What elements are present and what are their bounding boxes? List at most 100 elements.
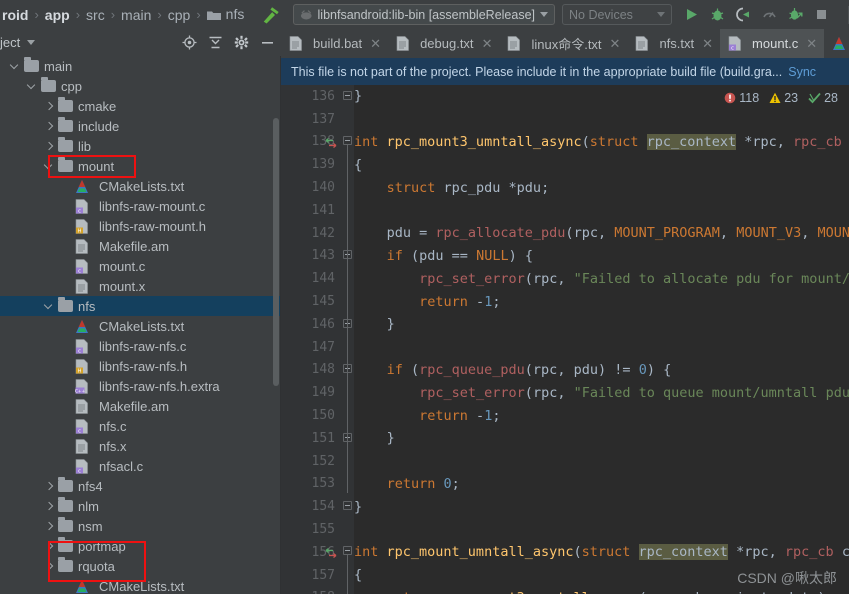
code-editor[interactable]: 136} 137 138 int rpc_mount3_umntall_async(s… bbox=[281, 85, 849, 594]
chevron-down-icon[interactable] bbox=[10, 61, 21, 72]
vcs-change-marker-icon[interactable] bbox=[325, 137, 337, 149]
code-line[interactable]: 143 if (pdu == NULL) { bbox=[312, 245, 849, 268]
profiler-icon[interactable] bbox=[762, 7, 777, 22]
project-tree-scrollbar[interactable] bbox=[272, 56, 280, 594]
tree-file-CMakeLists.txt[interactable]: CMakeLists.txt bbox=[0, 576, 281, 594]
chevron-down-icon[interactable] bbox=[44, 301, 55, 312]
breadcrumb-item-roid[interactable]: roid bbox=[0, 7, 30, 23]
locate-icon[interactable] bbox=[182, 35, 197, 50]
editor-tab-build-bat[interactable]: build.bat ✕ bbox=[281, 29, 388, 58]
chevron-right-icon[interactable] bbox=[44, 121, 55, 132]
breadcrumb-item-main[interactable]: main bbox=[119, 7, 153, 23]
tree-file-mount.x[interactable]: mount.x bbox=[0, 276, 281, 296]
code-line[interactable]: 154} bbox=[312, 495, 849, 518]
breadcrumb-item-src[interactable]: src bbox=[84, 7, 107, 23]
chevron-right-icon[interactable] bbox=[44, 101, 55, 112]
chevron-right-icon[interactable] bbox=[44, 521, 55, 532]
close-icon[interactable]: ✕ bbox=[370, 36, 381, 52]
code-line[interactable]: 150 return -1; bbox=[312, 404, 849, 427]
chevron-right-icon[interactable] bbox=[44, 541, 55, 552]
tree-folder-rquota[interactable]: rquota bbox=[0, 556, 281, 576]
tree-folder-nsm[interactable]: nsm bbox=[0, 516, 281, 536]
code-line[interactable]: 144 rpc_set_error(rpc, "Failed to alloca… bbox=[312, 267, 849, 290]
code-line[interactable]: 146 } bbox=[312, 313, 849, 336]
editor-tab-linux命令-txt[interactable]: linux命令.txt ✕ bbox=[499, 29, 627, 58]
sync-link[interactable]: Sync bbox=[788, 65, 816, 79]
chevron-down-icon[interactable] bbox=[27, 40, 36, 45]
code-line[interactable]: 149 rpc_set_error(rpc, "Failed to queue … bbox=[312, 381, 849, 404]
chevron-right-icon[interactable] bbox=[44, 561, 55, 572]
fold-marker[interactable] bbox=[343, 501, 352, 510]
editor-tab-debug-txt[interactable]: debug.txt ✕ bbox=[388, 29, 499, 58]
tree-file-libnfs-raw-mount.h[interactable]: Hlibnfs-raw-mount.h bbox=[0, 216, 281, 236]
chevron-down-icon[interactable] bbox=[540, 12, 548, 17]
attach-debugger-icon[interactable] bbox=[788, 7, 803, 22]
tree-file-libnfs-raw-mount.c[interactable]: c libnfs-raw-mount.c bbox=[0, 196, 281, 216]
close-icon[interactable]: ✕ bbox=[610, 36, 621, 52]
debug-icon[interactable] bbox=[710, 7, 725, 22]
inspection-widget[interactable]: 118 23 28 bbox=[718, 91, 838, 105]
collapse-all-icon[interactable] bbox=[208, 35, 223, 50]
tree-folder-nlm[interactable]: nlm bbox=[0, 496, 281, 516]
tree-folder-lib[interactable]: lib bbox=[0, 136, 281, 156]
code-line[interactable]: 140 struct rpc_pdu *pdu; bbox=[312, 176, 849, 199]
editor-tab-mount-c[interactable]: c mount.c ✕ bbox=[720, 29, 825, 58]
close-icon[interactable]: ✕ bbox=[482, 36, 493, 52]
scrollbar-thumb[interactable] bbox=[273, 118, 279, 386]
tree-folder-main[interactable]: main bbox=[0, 56, 281, 76]
code-line[interactable]: 139 { bbox=[312, 153, 849, 176]
chevron-right-icon[interactable] bbox=[44, 501, 55, 512]
device-selector[interactable]: No Devices bbox=[562, 4, 672, 25]
editor-tab-nfs-txt[interactable]: nfs.txt ✕ bbox=[627, 29, 720, 58]
build-hammer-icon[interactable] bbox=[260, 5, 281, 25]
code-line[interactable]: 148 if (rpc_queue_pdu(rpc, pdu) != 0) { bbox=[312, 359, 849, 382]
tree-file-CMakeLists.txt[interactable]: CMakeLists.txt bbox=[0, 316, 281, 336]
tree-file-libnfs-raw-nfs.h[interactable]: Hlibnfs-raw-nfs.h bbox=[0, 356, 281, 376]
code-line[interactable]: 138 int rpc_mount3_umntall_async(struct r… bbox=[312, 131, 849, 154]
breadcrumb-item-cpp[interactable]: cpp bbox=[166, 7, 193, 23]
minimize-icon[interactable] bbox=[260, 35, 275, 50]
code-line[interactable]: 153 return 0; bbox=[312, 473, 849, 496]
vcs-change-marker-icon[interactable] bbox=[325, 547, 337, 559]
tree-file-nfs.c[interactable]: c nfs.c bbox=[0, 416, 281, 436]
tree-folder-mount[interactable]: mount bbox=[0, 156, 281, 176]
fold-marker[interactable] bbox=[343, 91, 352, 100]
project-tree[interactable]: main cpp cmake include lib mount CMakeLists.tx… bbox=[0, 56, 281, 594]
chevron-down-icon[interactable] bbox=[27, 81, 38, 92]
editor-code-area[interactable]: 136} 137 138 int rpc_mount3_umntall_async(s… bbox=[312, 85, 849, 594]
code-line[interactable]: 145 return -1; bbox=[312, 290, 849, 313]
code-line[interactable]: 142 pdu = rpc_allocate_pdu(rpc, MOUNT_PR… bbox=[312, 222, 849, 245]
chevron-right-icon[interactable] bbox=[44, 141, 55, 152]
tree-folder-portmap[interactable]: portmap bbox=[0, 536, 281, 556]
code-line[interactable]: 137 bbox=[312, 108, 849, 131]
chevron-right-icon[interactable] bbox=[44, 481, 55, 492]
tree-folder-include[interactable]: include bbox=[0, 116, 281, 136]
code-line[interactable]: 141 bbox=[312, 199, 849, 222]
chevron-down-icon[interactable] bbox=[657, 12, 665, 17]
code-line[interactable]: 155 bbox=[312, 518, 849, 541]
fold-marker[interactable] bbox=[343, 136, 352, 145]
tree-file-Makefile.am[interactable]: Makefile.am bbox=[0, 396, 281, 416]
tree-folder-nfs[interactable]: nfs bbox=[0, 296, 281, 316]
editor-tab-app-CM[interactable]: app\CM bbox=[824, 29, 849, 58]
warning-count-group[interactable]: 23 bbox=[769, 91, 798, 105]
run-icon[interactable] bbox=[684, 7, 699, 22]
tree-file-nfsacl.c[interactable]: c nfsacl.c bbox=[0, 456, 281, 476]
run-configuration-selector[interactable]: libnfsandroid:lib-bin [assembleRelease] bbox=[293, 4, 555, 25]
tree-file-mount.c[interactable]: c mount.c bbox=[0, 256, 281, 276]
tree-file-libnfs-raw-nfs.h.extra[interactable]: C++ libnfs-raw-nfs.h.extra bbox=[0, 376, 281, 396]
close-icon[interactable]: ✕ bbox=[806, 36, 817, 52]
chevron-down-icon[interactable] bbox=[44, 161, 55, 172]
tree-folder-nfs4[interactable]: nfs4 bbox=[0, 476, 281, 496]
code-line[interactable]: 151 } bbox=[312, 427, 849, 450]
tree-file-Makefile.am[interactable]: Makefile.am bbox=[0, 236, 281, 256]
code-line[interactable]: 147 bbox=[312, 336, 849, 359]
breadcrumb[interactable]: roid › app › src › main › cpp › nfs bbox=[0, 0, 246, 29]
run-with-coverage-icon[interactable] bbox=[736, 7, 751, 22]
breadcrumb-item-app[interactable]: app bbox=[43, 7, 72, 23]
error-count-group[interactable]: 118 bbox=[724, 91, 759, 105]
code-line[interactable]: 152 bbox=[312, 450, 849, 473]
tree-folder-cmake[interactable]: cmake bbox=[0, 96, 281, 116]
editor-tabs[interactable]: build.bat ✕ debug.txt ✕ linux命令.txt ✕ nfs.txt ✕… bbox=[281, 29, 849, 58]
settings-gear-icon[interactable] bbox=[234, 35, 249, 50]
